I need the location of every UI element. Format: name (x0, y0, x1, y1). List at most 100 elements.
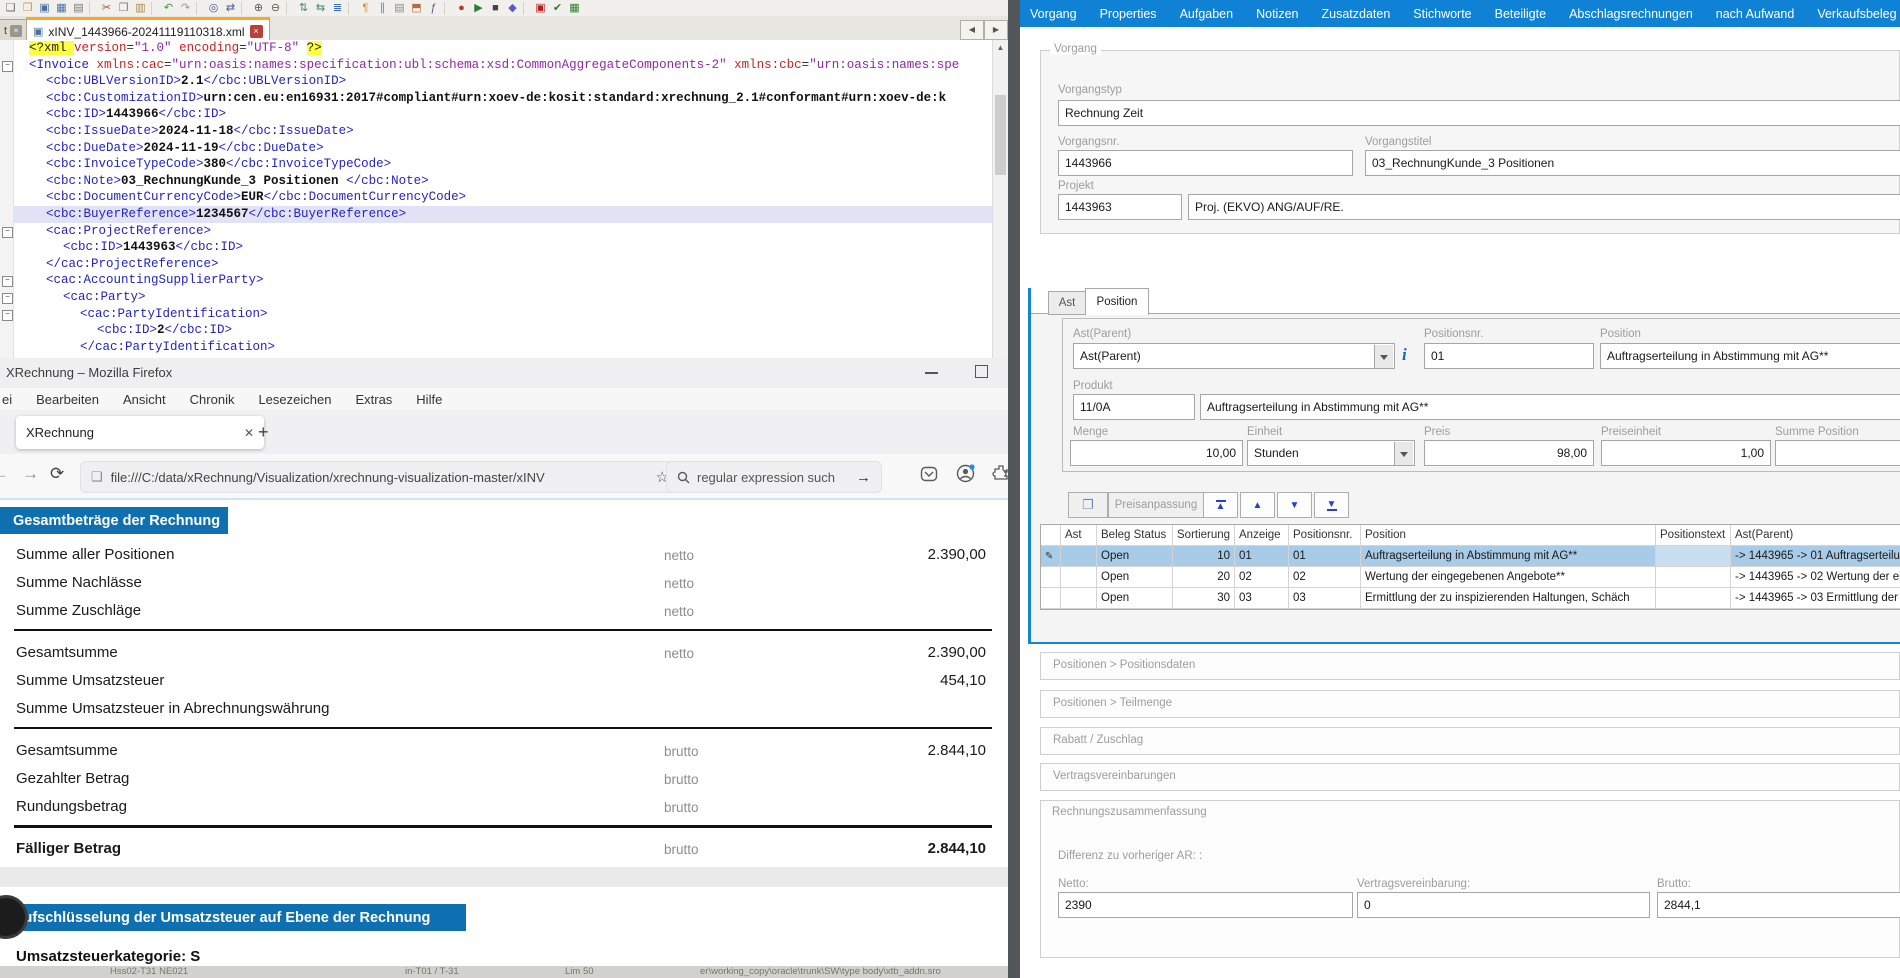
grid-column-header[interactable]: Sortierung (1173, 525, 1235, 545)
erp-tab-aufgaben[interactable]: Aufgaben (1180, 7, 1234, 21)
move-top-button[interactable]: ▲ (1203, 492, 1238, 518)
projekt-nr-field[interactable]: 1443963 (1058, 194, 1182, 220)
erp-tab-stichworte[interactable]: Stichworte (1413, 7, 1471, 21)
fold-collapse-icon[interactable]: − (2, 293, 13, 304)
tab-scroll-left-button[interactable]: ◀ (960, 20, 984, 40)
grid-column-header[interactable]: Position (1361, 525, 1656, 545)
maximize-button[interactable] (975, 365, 988, 378)
sync-vertical-icon[interactable]: ⇅ (295, 1, 312, 16)
np-tab-partial[interactable]: t × (0, 19, 27, 42)
np-scroll-thumb[interactable] (995, 95, 1006, 175)
vorgangstitel-field[interactable]: 03_RechnungKunde_3 Positionen (1365, 150, 1900, 176)
position-field[interactable]: Auftragserteilung in Abstimmung mit AG** (1600, 343, 1900, 369)
redo-icon[interactable]: ↷ (177, 1, 194, 16)
erp-tab-notizen[interactable]: Notizen (1256, 7, 1298, 21)
preisanpassung-button[interactable]: Preisanpassung (1108, 492, 1204, 518)
menu-item-ansicht[interactable]: Ansicht (123, 392, 166, 407)
grid-column-header[interactable] (1041, 525, 1061, 545)
grid-column-header[interactable]: Positionsnr. (1289, 525, 1361, 545)
menu-item-chronik[interactable]: Chronik (190, 392, 235, 407)
paste-icon[interactable]: ▥ (132, 1, 149, 16)
macro-stop-icon[interactable]: ■ (487, 1, 504, 16)
print-icon[interactable]: ▤ (70, 1, 87, 16)
minimize-button[interactable] (925, 372, 938, 374)
grid-column-header[interactable]: Positionstext (1656, 525, 1731, 545)
zoom-in-icon[interactable]: ⊕ (250, 1, 267, 16)
projekt-name-field[interactable]: Proj. (EKVO) ANG/AUF/RE. (1188, 194, 1900, 220)
move-up-button[interactable]: ▲ (1240, 492, 1275, 518)
info-icon[interactable]: i (1402, 345, 1407, 365)
vertragsvereinbarung-field[interactable]: 0 (1357, 892, 1650, 918)
open-folder-icon[interactable]: ❒ (19, 1, 36, 16)
np-scrollbar[interactable]: ▲ (992, 40, 1008, 358)
account-icon[interactable] (956, 464, 975, 483)
table-row[interactable]: ✎Open100101Auftragserteilung in Abstimmu… (1041, 546, 1900, 567)
chevron-down-icon[interactable] (1374, 345, 1393, 369)
undo-icon[interactable]: ↶ (160, 1, 177, 16)
zoom-out-icon[interactable]: ⊖ (267, 1, 284, 16)
save-all-icon[interactable]: ▦ (53, 1, 70, 16)
save-icon[interactable]: ▣ (36, 1, 53, 16)
section-vertragsvereinbarungen[interactable]: Vertragsvereinbarungen (1040, 763, 1900, 791)
section-positionen-teilmenge[interactable]: Positionen > Teilmenge (1040, 690, 1900, 718)
new-tab-button[interactable]: + (258, 422, 269, 443)
fold-collapse-icon[interactable]: − (2, 276, 13, 287)
positionsnr-field[interactable]: 01 (1424, 343, 1594, 369)
menu-item-lesezeichen[interactable]: Lesezeichen (258, 392, 331, 407)
np-editor[interactable]: −−−−− <?xml version="1.0" encoding="UTF-… (0, 40, 992, 358)
erp-tab-verkaufsbeleg[interactable]: Verkaufsbeleg▾ (1817, 6, 1900, 21)
menu-item-bearbeiten[interactable]: Bearbeiten (36, 392, 99, 407)
menu-item-extras[interactable]: Extras (355, 392, 392, 407)
fold-collapse-icon[interactable]: − (2, 310, 13, 321)
grid-column-header[interactable]: Ast(Parent) (1731, 525, 1900, 545)
firefox-tab[interactable]: XRechnung ✕ (16, 416, 264, 449)
menge-field[interactable]: 10,00 (1070, 440, 1243, 466)
plugin-check-icon[interactable]: ✔ (549, 1, 566, 16)
table-row[interactable]: Open200202Wertung der eingegebenen Angeb… (1041, 567, 1900, 588)
erp-tab-abschlagsrechnungen[interactable]: Abschlagsrechnungen (1569, 7, 1693, 21)
firefox-titlebar[interactable]: XRechnung – Mozilla Firefox (0, 358, 1008, 388)
erp-tab-properties[interactable]: Properties (1100, 7, 1157, 21)
netto-field[interactable]: 2390 (1058, 892, 1353, 918)
fold-collapse-icon[interactable]: − (2, 227, 13, 238)
menu-item-datei[interactable]: ei (2, 392, 12, 407)
close-icon[interactable]: ✕ (244, 426, 254, 440)
search-input[interactable]: regular expression such → (666, 461, 882, 493)
preis-field[interactable]: 98,00 (1424, 440, 1594, 466)
vorgangstyp-field[interactable]: Rechnung Zeit (1058, 100, 1900, 126)
erp-tab-zusatzdaten[interactable]: Zusatzdaten (1321, 7, 1390, 21)
close-icon[interactable]: × (250, 25, 263, 38)
doc-switcher-icon[interactable]: ⬒ (408, 1, 425, 16)
pocket-icon[interactable] (920, 465, 938, 483)
summe-position-field[interactable] (1775, 440, 1900, 466)
copy-icon[interactable]: ❐ (115, 1, 132, 16)
fold-collapse-icon[interactable]: − (2, 61, 13, 72)
einheit-combobox[interactable]: Stunden (1247, 440, 1415, 466)
macro-save-icon[interactable]: ◆ (504, 1, 521, 16)
menu-item-hilfe[interactable]: Hilfe (416, 392, 442, 407)
copy-rows-button[interactable]: ❐ (1068, 492, 1108, 518)
erp-tab-beteiligte[interactable]: Beteiligte (1495, 7, 1546, 21)
go-arrow-icon[interactable]: → (856, 469, 871, 486)
grid-column-header[interactable]: Anzeige (1235, 525, 1289, 545)
macro-play-icon[interactable]: ▶ (470, 1, 487, 16)
close-icon[interactable]: × (10, 25, 22, 37)
replace-icon[interactable]: ⇄ (222, 1, 239, 16)
preiseinheit-field[interactable]: 1,00 (1601, 440, 1771, 466)
move-bottom-button[interactable]: ▼ (1314, 492, 1349, 518)
cut-icon[interactable]: ✂ (98, 1, 115, 16)
plugin-green-icon[interactable]: ▦ (566, 1, 583, 16)
move-down-button[interactable]: ▼ (1277, 492, 1312, 518)
url-bar[interactable]: ❏ file:///C:/data/xRechnung/Visualizatio… (80, 461, 680, 493)
tab-scroll-right-button[interactable]: ▶ (984, 20, 1008, 40)
tab-ast[interactable]: Ast (1048, 291, 1086, 315)
chevron-down-icon[interactable] (1394, 442, 1413, 466)
reload-icon[interactable]: ⟳ (50, 464, 64, 484)
show-symbols-icon[interactable]: ¶ (357, 1, 374, 16)
brutto-field[interactable]: 2844,1 (1657, 892, 1900, 918)
plugin-red-icon[interactable]: ▣ (532, 1, 549, 16)
extensions-puzzle-icon[interactable] (992, 464, 1008, 482)
overlay-circle[interactable] (0, 895, 28, 939)
function-list-icon[interactable]: ƒ (425, 1, 442, 16)
section-rabatt-zuschlag[interactable]: Rabatt / Zuschlag (1040, 727, 1900, 755)
